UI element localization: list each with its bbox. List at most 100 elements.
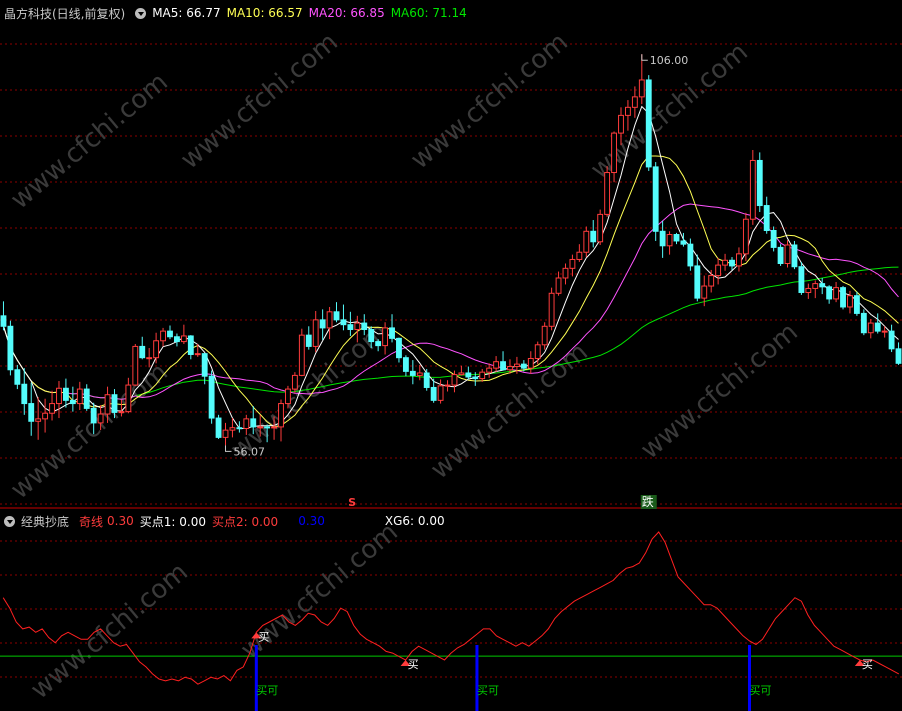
candle-up — [812, 283, 819, 289]
candle-down — [680, 240, 687, 245]
candle-down — [777, 246, 784, 264]
candle-up — [604, 172, 611, 215]
candle-up — [625, 106, 631, 116]
candle-down — [187, 335, 194, 355]
candle-down — [7, 325, 14, 371]
candle-down — [888, 330, 895, 350]
candle-down — [694, 265, 701, 299]
candle-up — [479, 371, 486, 380]
candle-up — [382, 327, 389, 347]
stock-title: 晶方科技(日线,前复权) — [4, 6, 126, 21]
dropdown-circle-icon[interactable] — [135, 7, 147, 19]
high-label: 106.00 — [650, 54, 689, 67]
candle-up — [49, 403, 55, 414]
candle-down — [895, 348, 902, 364]
candle-down — [167, 330, 173, 338]
candle-up — [867, 322, 874, 334]
watermark-text: www.cfchi.com — [175, 27, 344, 175]
candle-up — [715, 264, 722, 277]
candle-down — [396, 337, 402, 359]
candle-up — [35, 418, 42, 422]
candle-up — [194, 353, 201, 356]
candle-up — [708, 275, 715, 287]
candle-down — [201, 353, 208, 377]
candle-down — [770, 229, 777, 248]
candle-down — [652, 166, 659, 232]
chart-root: www.cfchi.com www.cfchi.com www.cfchi.com w… — [0, 0, 902, 711]
candle-down — [333, 311, 340, 321]
candle-up — [312, 319, 319, 347]
candle-down — [409, 370, 416, 376]
dropdown-circle-icon[interactable] — [4, 515, 15, 527]
candle-up — [291, 374, 298, 390]
candle-up — [597, 213, 604, 243]
candle-down — [28, 403, 35, 422]
candle-up — [285, 388, 291, 405]
candle-down — [423, 372, 430, 388]
candle-down — [83, 388, 90, 409]
buy-ke-label: 买可 — [256, 684, 278, 697]
candle-down — [236, 427, 243, 430]
candle-down — [819, 283, 826, 288]
candle-down — [472, 376, 479, 380]
candle-down — [69, 399, 76, 405]
candle-down — [111, 394, 118, 413]
candle-up — [118, 411, 125, 414]
candle-up — [534, 344, 541, 359]
candle-down — [465, 372, 472, 378]
candle-down — [14, 369, 21, 385]
candle-up — [132, 345, 139, 386]
candle-up — [749, 159, 756, 220]
low-label: 56.07 — [234, 445, 266, 458]
candle-up — [56, 387, 62, 405]
candle-up — [243, 418, 250, 430]
candle-down — [139, 345, 146, 359]
candle-up — [229, 427, 236, 431]
candle-up — [146, 357, 153, 360]
qixian-label: 奇线 — [79, 514, 104, 529]
buy-ke-label: 买可 — [477, 684, 499, 697]
ma10-label: MA10: 66.57 — [226, 6, 303, 20]
candle-up — [555, 277, 562, 294]
candle-down — [874, 322, 881, 332]
candle-down — [756, 159, 763, 207]
candle-up — [97, 413, 104, 424]
candle-up — [562, 267, 569, 279]
candle-down — [500, 361, 506, 371]
candle-up — [541, 325, 548, 346]
candle-up — [416, 372, 423, 376]
candle-down — [21, 383, 28, 405]
candle-up — [548, 292, 555, 327]
candle-down — [430, 386, 437, 401]
candle-down — [361, 322, 368, 331]
candle-up — [326, 311, 333, 329]
candle-up — [833, 287, 840, 300]
candle-up — [354, 322, 361, 331]
candle-down — [853, 295, 860, 314]
candle-up — [437, 385, 444, 401]
candle-up — [569, 258, 576, 269]
candle-up — [76, 388, 83, 405]
candle-down — [791, 244, 798, 268]
candle-up — [784, 244, 791, 264]
candle-up — [486, 367, 493, 373]
candle-up — [444, 384, 451, 387]
chart-svg: www.cfchi.com www.cfchi.com www.cfchi.com w… — [0, 27, 902, 711]
candle-up — [458, 372, 465, 376]
candle-up — [722, 259, 728, 266]
qixian-value: 0.30 — [107, 514, 134, 528]
candle-down — [305, 334, 312, 347]
watermark-text: www.cfchi.com — [635, 317, 804, 465]
ma5-label: MA5: 66.77 — [152, 6, 221, 20]
candle-up — [298, 334, 305, 376]
candle-down — [264, 426, 271, 429]
candle-up — [701, 285, 708, 299]
candle-down — [798, 266, 805, 293]
candle-up — [222, 429, 229, 438]
candle-down — [375, 341, 382, 347]
candle-up — [125, 384, 132, 413]
candle-up — [42, 412, 49, 420]
indicator-title: 经典抄底 — [21, 514, 70, 529]
candle-up — [576, 251, 583, 260]
candle-down — [0, 315, 7, 327]
